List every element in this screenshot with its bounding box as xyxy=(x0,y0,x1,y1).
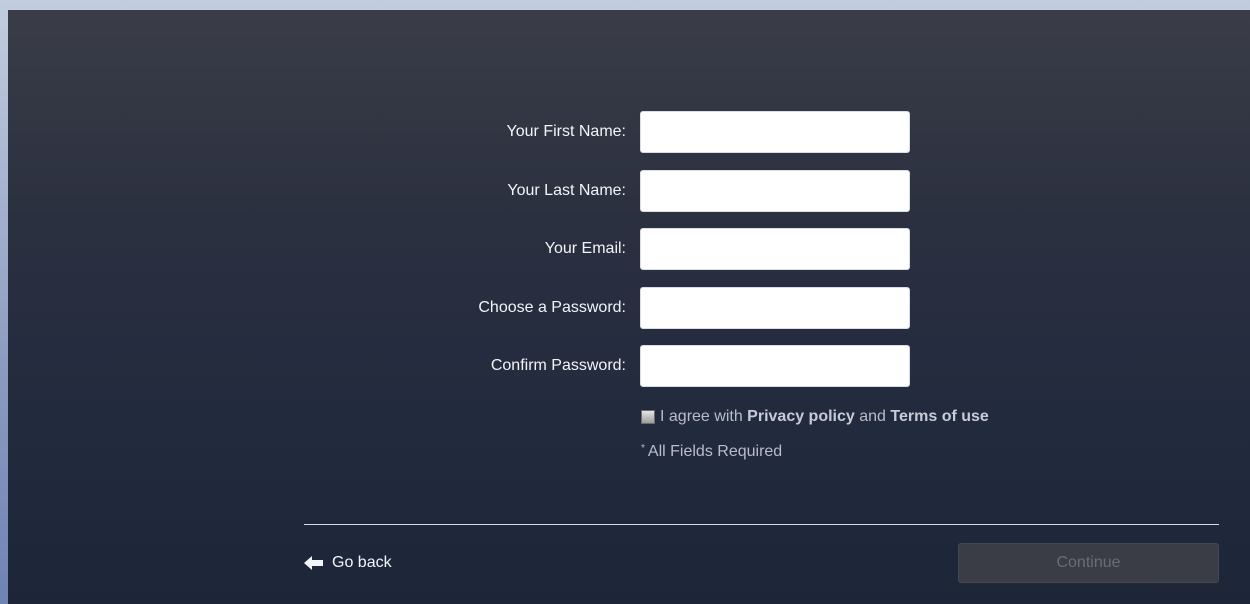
footer-divider xyxy=(304,524,1219,525)
terms-of-use-link[interactable]: Terms of use xyxy=(890,408,988,426)
registration-panel: Your First Name: Your Last Name: Your Em… xyxy=(8,10,1250,604)
required-note: * All Fields Required xyxy=(641,443,782,461)
confirm-password-label: Confirm Password: xyxy=(490,357,626,374)
first-name-row: Your First Name: xyxy=(8,111,1250,153)
privacy-policy-link[interactable]: Privacy policy xyxy=(747,408,855,426)
first-name-input[interactable] xyxy=(640,111,910,153)
password-input[interactable] xyxy=(640,287,910,329)
email-input[interactable] xyxy=(640,228,910,270)
agree-checkbox[interactable] xyxy=(641,410,655,424)
email-label: Your Email: xyxy=(544,240,626,257)
last-name-row: Your Last Name: xyxy=(8,170,1250,212)
password-row: Choose a Password: xyxy=(8,287,1250,329)
agree-prefix: I agree with xyxy=(660,408,743,425)
continue-button[interactable]: Continue xyxy=(958,543,1219,583)
confirm-password-input[interactable] xyxy=(640,345,910,387)
required-note-text: All Fields Required xyxy=(647,443,783,460)
confirm-password-row: Confirm Password: xyxy=(8,345,1250,387)
first-name-label: Your First Name: xyxy=(506,123,626,140)
last-name-input[interactable] xyxy=(640,170,910,212)
required-star: * xyxy=(641,443,645,454)
password-label: Choose a Password: xyxy=(478,299,626,316)
agree-conjunction: and xyxy=(859,408,886,425)
go-back-link[interactable]: Go back xyxy=(304,552,392,574)
arrow-left-icon xyxy=(304,556,324,570)
email-row: Your Email: xyxy=(8,228,1250,270)
go-back-label: Go back xyxy=(332,554,392,571)
agree-row: I agree with Privacy policy and Terms of… xyxy=(641,407,989,427)
last-name-label: Your Last Name: xyxy=(507,182,626,199)
